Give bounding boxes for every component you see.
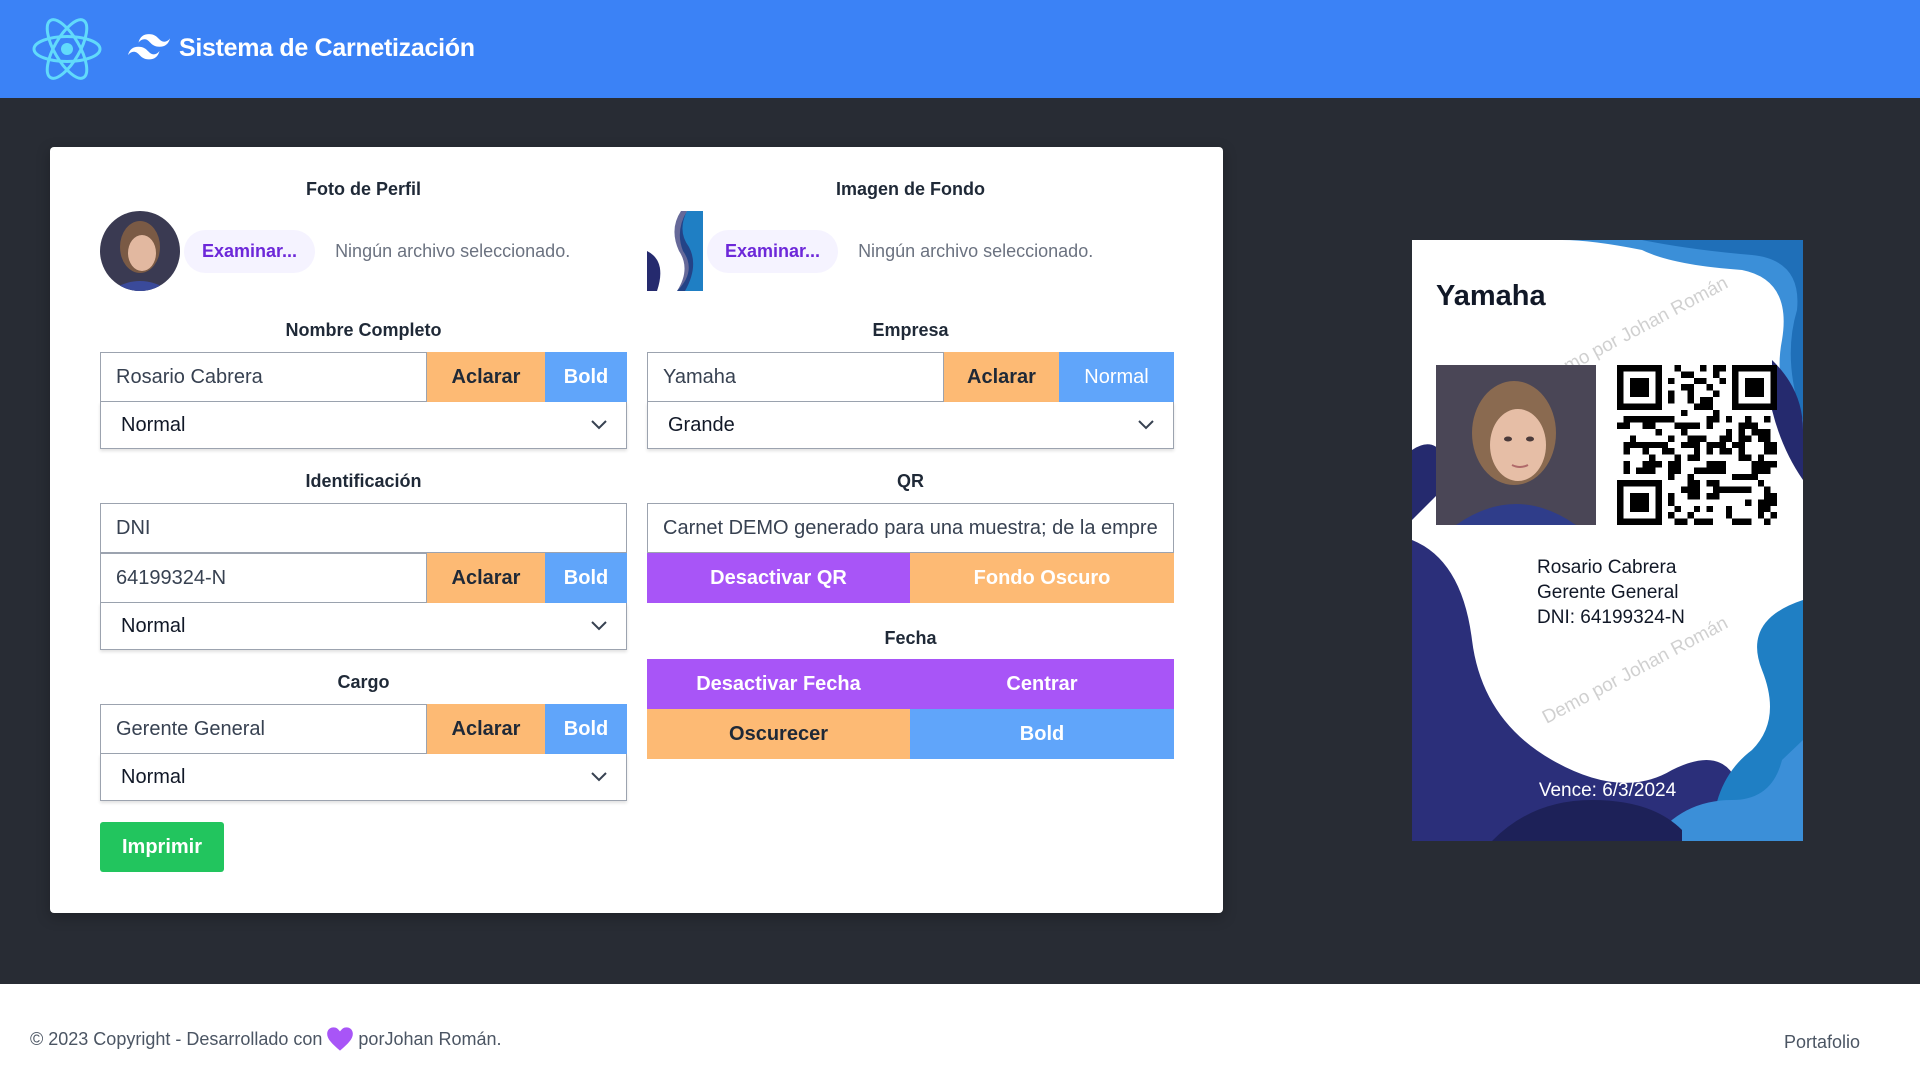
position-row: Aclarar Bold [100, 704, 627, 754]
card-company-name: Yamaha [1436, 280, 1546, 312]
qr-text-row [647, 503, 1174, 553]
dark-background-button[interactable]: Fondo Oscuro [910, 553, 1174, 603]
card-background [1412, 240, 1803, 841]
chevron-down-icon [591, 420, 607, 430]
full-name-title: Nombre Completo [285, 320, 442, 340]
app-footer: © 2023 Copyright - Desarrollado con porJ… [0, 984, 1920, 1081]
company-size-value: Grande [668, 413, 735, 436]
full-name-row: Aclarar Bold [100, 352, 627, 402]
card-expiry-date: Vence: 6/3/2024 [1538, 780, 1677, 801]
card-photo [1436, 365, 1596, 525]
main-area: Foto de Perfil Examinar... Ningún archiv… [0, 98, 1920, 984]
identification-value-input[interactable] [100, 553, 427, 603]
print-button[interactable]: Imprimir [100, 822, 224, 872]
position-title: Cargo [337, 672, 390, 692]
company-row: Aclarar Normal [647, 352, 1174, 402]
background-image-title: Imagen de Fondo [835, 179, 985, 199]
full-name-size-select[interactable]: Normal [100, 402, 627, 449]
footer-copyright-prefix: © 2023 Copyright - Desarrollado con [30, 1028, 323, 1049]
heart-icon [327, 1027, 354, 1051]
disable-date-button[interactable]: Desactivar Fecha [647, 659, 910, 709]
disable-qr-button[interactable]: Desactivar QR [647, 553, 910, 603]
footer-copyright: © 2023 Copyright - Desarrollado con porJ… [30, 1026, 502, 1052]
card-person-name: Rosario Cabrera [1537, 557, 1677, 578]
identification-size-value: Normal [121, 614, 186, 637]
position-size-value: Normal [121, 765, 186, 788]
chevron-down-icon [1138, 420, 1154, 430]
background-image-row: Examinar... Ningún archivo seleccionado. [647, 211, 1174, 291]
company-lighten-button[interactable]: Aclarar [944, 352, 1059, 402]
position-bold-button[interactable]: Bold [545, 704, 627, 754]
identification-type-input[interactable] [100, 503, 627, 553]
position-input[interactable] [100, 704, 427, 754]
card-person-id: DNI: 64199324-N [1537, 607, 1685, 628]
background-image-status: Ningún archivo seleccionado. [858, 240, 1094, 261]
company-input[interactable] [647, 352, 944, 402]
identification-title: Identificación [305, 471, 422, 491]
profile-photo-status: Ningún archivo seleccionado. [335, 240, 571, 261]
qr-text-input[interactable] [647, 503, 1174, 553]
qr-buttons: Desactivar QR Fondo Oscuro [647, 553, 1174, 603]
chevron-down-icon [591, 621, 607, 631]
qr-title: QR [897, 471, 924, 491]
company-size-select[interactable]: Grande [647, 402, 1174, 449]
position-lighten-button[interactable]: Aclarar [427, 704, 545, 754]
profile-photo-title: Foto de Perfil [305, 179, 421, 199]
card-person-position: Gerente General [1537, 582, 1679, 603]
company-title: Empresa [872, 320, 949, 340]
avatar-image [100, 211, 180, 291]
card-qr-code [1617, 365, 1777, 525]
react-atom-icon [32, 18, 102, 80]
profile-photo-row: Examinar... Ningún archivo seleccionado. [100, 211, 627, 291]
form-card: Foto de Perfil Examinar... Ningún archiv… [50, 147, 1223, 913]
date-title: Fecha [884, 628, 937, 648]
app-header: Sistema de Carnetización [0, 0, 1920, 98]
background-thumb-image [647, 211, 703, 291]
tailwind-wave-icon [128, 34, 170, 60]
identification-type-row [100, 503, 627, 553]
background-browse-button[interactable]: Examinar... [707, 229, 839, 273]
position-size-select[interactable]: Normal [100, 754, 627, 801]
darken-date-button[interactable]: Oscurecer [647, 709, 910, 759]
chevron-down-icon [591, 772, 607, 782]
card-photo-image [1436, 365, 1596, 525]
date-bold-button[interactable]: Bold [910, 709, 1174, 759]
full-name-input[interactable] [100, 352, 427, 402]
portfolio-link[interactable]: Portafolio [1784, 1032, 1860, 1053]
id-card-preview: Demo por Johan Román Demo por Johan Romá… [1412, 240, 1803, 841]
background-thumbnail [647, 211, 703, 291]
identification-lighten-button[interactable]: Aclarar [427, 553, 545, 603]
card-info-block: Rosario Cabrera Gerente General DNI: 641… [1537, 555, 1685, 630]
full-name-lighten-button[interactable]: Aclarar [427, 352, 545, 402]
footer-author: porJohan Román. [358, 1028, 502, 1049]
center-date-button[interactable]: Centrar [910, 659, 1174, 709]
identification-bold-button[interactable]: Bold [545, 553, 627, 603]
date-buttons: Desactivar Fecha Centrar Oscurecer Bold [647, 659, 1174, 759]
full-name-size-value: Normal [121, 413, 186, 436]
app-title: Sistema de Carnetización [179, 34, 475, 62]
profile-photo-browse-button[interactable]: Examinar... [184, 229, 316, 273]
identification-size-select[interactable]: Normal [100, 603, 627, 650]
full-name-bold-button[interactable]: Bold [545, 352, 627, 402]
company-weight-button[interactable]: Normal [1059, 352, 1174, 402]
identification-value-row: Aclarar Bold [100, 553, 627, 603]
profile-avatar [100, 211, 180, 291]
